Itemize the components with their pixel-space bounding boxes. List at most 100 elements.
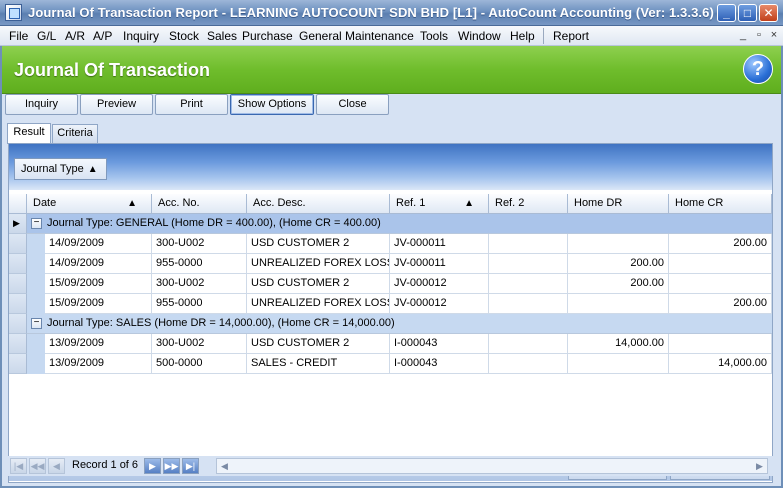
tab-criteria[interactable]: Criteria <box>52 124 98 143</box>
menu-report[interactable]: Report <box>553 29 589 43</box>
cell-date[interactable]: 13/09/2009 <box>45 354 152 374</box>
scroll-left-icon[interactable]: ◀ <box>217 459 232 473</box>
table-row[interactable]: 13/09/2009 300-U002 USD CUSTOMER 2 I-000043… <box>9 334 772 354</box>
cell-home-cr[interactable]: 200.00 <box>669 294 772 314</box>
menu-stock[interactable]: Stock <box>169 29 199 43</box>
cell-date[interactable]: 13/09/2009 <box>45 334 152 354</box>
mdi-close-icon[interactable]: × <box>767 29 781 43</box>
cell-ref-2[interactable] <box>489 274 568 294</box>
cell-home-cr[interactable]: 14,000.00 <box>669 354 772 374</box>
cell-acc-desc[interactable]: SALES - CREDIT <box>247 354 390 374</box>
cell-ref-2[interactable] <box>489 254 568 274</box>
next-page-icon[interactable]: ▶▶ <box>163 458 180 474</box>
group-chip-journal-type[interactable]: Journal Type ▲ <box>14 158 107 180</box>
menu-window[interactable]: Window <box>458 29 501 43</box>
cell-home-cr[interactable] <box>669 334 772 354</box>
table-row[interactable]: 15/09/2009 955-0000 UNREALIZED FOREX LOSS J… <box>9 294 772 314</box>
group-header[interactable]: − Journal Type: SALES (Home DR = 14,000.… <box>27 314 772 334</box>
cell-acc-no[interactable]: 300-U002 <box>152 274 247 294</box>
collapse-icon[interactable]: − <box>31 318 42 329</box>
menu-help[interactable]: Help <box>510 29 535 43</box>
cell-ref-1[interactable]: JV-000012 <box>390 294 489 314</box>
first-record-icon[interactable]: |◀ <box>10 458 27 474</box>
close-button[interactable]: Close <box>316 94 389 115</box>
menu-ap[interactable]: A/P <box>93 29 112 43</box>
cell-acc-desc[interactable]: USD CUSTOMER 2 <box>247 334 390 354</box>
cell-acc-desc[interactable]: UNREALIZED FOREX LOSS <box>247 294 390 314</box>
column-header-home-cr[interactable]: Home CR <box>669 194 772 214</box>
maximize-button[interactable]: □ <box>738 4 757 22</box>
cell-acc-desc[interactable]: USD CUSTOMER 2 <box>247 234 390 254</box>
menu-sales[interactable]: Sales <box>207 29 237 43</box>
cell-ref-1[interactable]: I-000043 <box>390 334 489 354</box>
cell-date[interactable]: 15/09/2009 <box>45 274 152 294</box>
menu-gl[interactable]: G/L <box>37 29 56 43</box>
menu-ar[interactable]: A/R <box>65 29 85 43</box>
column-header-ref-1[interactable]: Ref. 1 ▲ <box>390 194 489 214</box>
sort-ascending-icon: ▲ <box>87 164 98 175</box>
cell-ref-1[interactable]: JV-000011 <box>390 234 489 254</box>
cell-ref-2[interactable] <box>489 234 568 254</box>
cell-date[interactable]: 14/09/2009 <box>45 254 152 274</box>
row-indicator <box>9 274 27 294</box>
last-record-icon[interactable]: ▶| <box>182 458 199 474</box>
print-button[interactable]: Print <box>155 94 228 115</box>
cell-home-cr[interactable] <box>669 274 772 294</box>
cell-home-dr[interactable]: 14,000.00 <box>568 334 669 354</box>
cell-acc-no[interactable]: 300-U002 <box>152 234 247 254</box>
menu-file[interactable]: File <box>9 29 28 43</box>
collapse-icon[interactable]: − <box>31 218 42 229</box>
cell-acc-no[interactable]: 500-0000 <box>152 354 247 374</box>
preview-button[interactable]: Preview <box>80 94 153 115</box>
cell-ref-1[interactable]: JV-000011 <box>390 254 489 274</box>
cell-home-cr[interactable]: 200.00 <box>669 234 772 254</box>
mdi-minimize-icon[interactable]: _ <box>736 29 750 43</box>
menu-inquiry[interactable]: Inquiry <box>123 29 159 43</box>
cell-acc-no[interactable]: 955-0000 <box>152 254 247 274</box>
cell-home-dr[interactable]: 200.00 <box>568 274 669 294</box>
group-header[interactable]: − Journal Type: GENERAL (Home DR = 400.0… <box>27 214 772 234</box>
scroll-right-icon[interactable]: ▶ <box>752 459 767 473</box>
table-row[interactable]: 15/09/2009 300-U002 USD CUSTOMER 2 JV-00001… <box>9 274 772 294</box>
cell-home-dr[interactable]: 200.00 <box>568 254 669 274</box>
menu-general-maintenance[interactable]: General Maintenance <box>299 29 414 43</box>
table-row[interactable]: 14/09/2009 955-0000 UNREALIZED FOREX LOSS J… <box>9 254 772 274</box>
cell-acc-desc[interactable]: USD CUSTOMER 2 <box>247 274 390 294</box>
tab-result[interactable]: Result <box>7 123 51 144</box>
previous-page-icon[interactable]: ◀◀ <box>29 458 46 474</box>
cell-ref-1[interactable]: I-000043 <box>390 354 489 374</box>
inquiry-button[interactable]: Inquiry <box>5 94 78 115</box>
column-header-home-dr[interactable]: Home DR <box>568 194 669 214</box>
previous-record-icon[interactable]: ◀ <box>48 458 65 474</box>
column-header-acc-no[interactable]: Acc. No. <box>152 194 247 214</box>
cell-date[interactable]: 14/09/2009 <box>45 234 152 254</box>
column-header-ref-2[interactable]: Ref. 2 <box>489 194 568 214</box>
table-row[interactable]: 13/09/2009 500-0000 SALES - CREDIT I-000043… <box>9 354 772 374</box>
cell-acc-no[interactable]: 300-U002 <box>152 334 247 354</box>
menu-purchase[interactable]: Purchase <box>242 29 293 43</box>
column-header-date[interactable]: Date ▲ <box>27 194 152 214</box>
cell-ref-2[interactable] <box>489 334 568 354</box>
cell-home-cr[interactable] <box>669 254 772 274</box>
cell-home-dr[interactable] <box>568 234 669 254</box>
cell-home-dr[interactable] <box>568 354 669 374</box>
cell-acc-no[interactable]: 955-0000 <box>152 294 247 314</box>
cell-ref-2[interactable] <box>489 354 568 374</box>
menu-tools[interactable]: Tools <box>420 29 448 43</box>
next-record-icon[interactable]: ▶ <box>144 458 161 474</box>
table-row[interactable]: 14/09/2009 300-U002 USD CUSTOMER 2 JV-00001… <box>9 234 772 254</box>
close-window-button[interactable]: ✕ <box>759 4 778 22</box>
group-row-sales[interactable]: − Journal Type: SALES (Home DR = 14,000.… <box>9 314 772 334</box>
cell-ref-2[interactable] <box>489 294 568 314</box>
cell-ref-1[interactable]: JV-000012 <box>390 274 489 294</box>
column-header-acc-desc[interactable]: Acc. Desc. <box>247 194 390 214</box>
help-icon[interactable]: ? <box>743 54 773 84</box>
group-row-general[interactable]: ▶ − Journal Type: GENERAL (Home DR = 400… <box>9 214 772 234</box>
show-options-button[interactable]: Show Options <box>230 94 314 115</box>
mdi-restore-icon[interactable]: ▫ <box>752 29 766 43</box>
cell-date[interactable]: 15/09/2009 <box>45 294 152 314</box>
horizontal-scrollbar[interactable]: ◀ ▶ <box>216 458 768 474</box>
minimize-button[interactable]: _ <box>717 4 736 22</box>
cell-acc-desc[interactable]: UNREALIZED FOREX LOSS <box>247 254 390 274</box>
cell-home-dr[interactable] <box>568 294 669 314</box>
